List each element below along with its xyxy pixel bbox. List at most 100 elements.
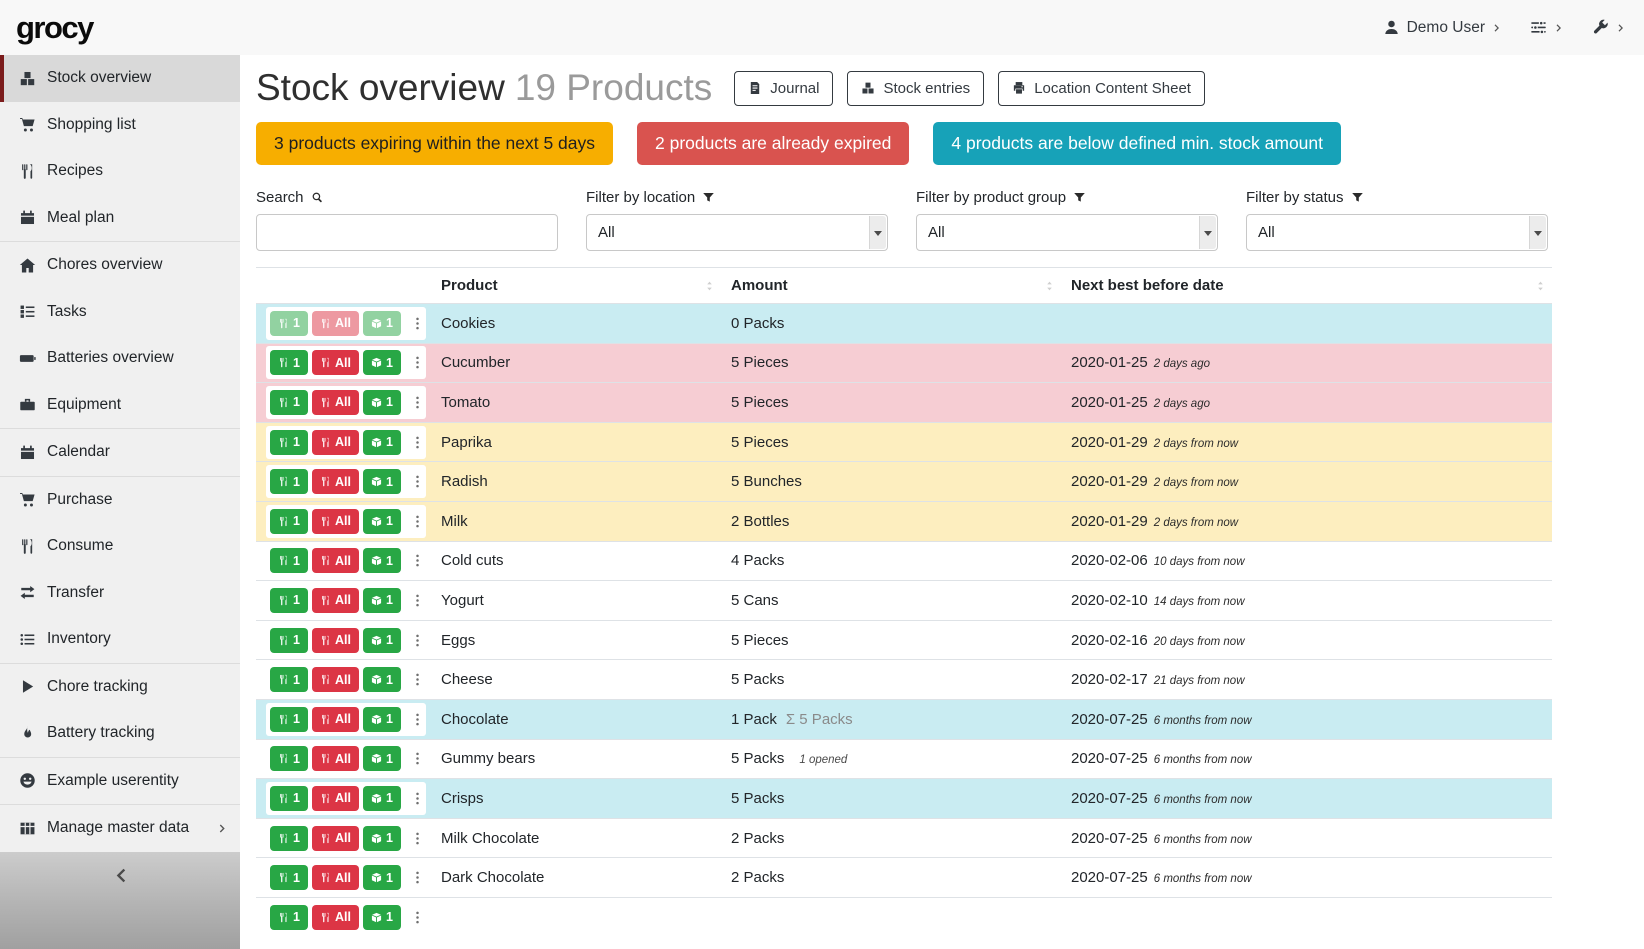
open-one-button[interactable]: 1 xyxy=(363,430,401,455)
open-one-button[interactable]: 1 xyxy=(363,311,401,336)
open-one-button[interactable]: 1 xyxy=(363,865,401,890)
sidebar-item-battery-tracking[interactable]: Battery tracking xyxy=(0,710,240,757)
row-menu-button[interactable] xyxy=(407,435,428,450)
consume-one-button[interactable]: 1 xyxy=(270,588,308,613)
row-menu-button[interactable] xyxy=(407,316,428,331)
open-one-button[interactable]: 1 xyxy=(363,786,401,811)
consume-one-button[interactable]: 1 xyxy=(270,548,308,573)
sort-icon[interactable] xyxy=(704,280,715,291)
consume-all-button[interactable]: All xyxy=(312,667,359,692)
consume-all-button[interactable]: All xyxy=(312,628,359,653)
sidebar-item-recipes[interactable]: Recipes xyxy=(0,148,240,195)
sidebar-item-chores-overview[interactable]: Chores overview xyxy=(0,242,240,289)
consume-one-button[interactable]: 1 xyxy=(270,786,308,811)
open-one-button[interactable]: 1 xyxy=(363,905,401,930)
sidebar-item-meal-plan[interactable]: Meal plan xyxy=(0,195,240,242)
consume-one-button[interactable]: 1 xyxy=(270,826,308,851)
consume-all-button[interactable]: All xyxy=(312,786,359,811)
open-one-button[interactable]: 1 xyxy=(363,667,401,692)
open-one-button[interactable]: 1 xyxy=(363,350,401,375)
settings-menu[interactable] xyxy=(1530,19,1564,36)
row-menu-button[interactable] xyxy=(407,831,428,846)
consume-all-button[interactable]: All xyxy=(312,390,359,415)
consume-all-button[interactable]: All xyxy=(312,746,359,771)
sidebar-collapse-button[interactable] xyxy=(111,866,130,885)
sidebar-item-chore-tracking[interactable]: Chore tracking xyxy=(0,664,240,711)
consume-one-button[interactable]: 1 xyxy=(270,430,308,455)
open-one-button[interactable]: 1 xyxy=(363,707,401,732)
consume-all-button[interactable]: All xyxy=(312,469,359,494)
user-menu[interactable]: Demo User xyxy=(1383,19,1502,37)
consume-one-button[interactable]: 1 xyxy=(270,509,308,534)
row-menu-button[interactable] xyxy=(407,870,428,885)
consume-all-button[interactable]: All xyxy=(312,865,359,890)
row-menu-button[interactable] xyxy=(407,514,428,529)
sidebar-item-tasks[interactable]: Tasks xyxy=(0,289,240,336)
sort-icon[interactable] xyxy=(1044,280,1055,291)
sidebar-item-purchase[interactable]: Purchase xyxy=(0,477,240,524)
open-one-button[interactable]: 1 xyxy=(363,628,401,653)
row-menu-button[interactable] xyxy=(407,553,428,568)
journal-button[interactable]: Journal xyxy=(734,71,833,106)
status-banner-danger[interactable]: 2 products are already expired xyxy=(637,122,909,165)
consume-one-button[interactable]: 1 xyxy=(270,628,308,653)
consume-one-button[interactable]: 1 xyxy=(270,667,308,692)
status-banner-info[interactable]: 4 products are below defined min. stock … xyxy=(933,122,1341,165)
sidebar-item-example-userentity[interactable]: Example userentity xyxy=(0,758,240,805)
consume-one-button[interactable]: 1 xyxy=(270,865,308,890)
consume-one-button[interactable]: 1 xyxy=(270,707,308,732)
status-select[interactable]: All xyxy=(1246,214,1548,251)
row-menu-button[interactable] xyxy=(407,633,428,648)
consume-all-button[interactable]: All xyxy=(312,707,359,732)
consume-all-button[interactable]: All xyxy=(312,350,359,375)
consume-one-button[interactable]: 1 xyxy=(270,311,308,336)
consume-one-button[interactable]: 1 xyxy=(270,350,308,375)
column-amount[interactable]: Amount xyxy=(721,268,1061,304)
row-menu-button[interactable] xyxy=(407,474,428,489)
row-menu-button[interactable] xyxy=(407,712,428,727)
row-menu-button[interactable] xyxy=(407,395,428,410)
app-logo[interactable]: grocy xyxy=(16,10,93,46)
column-product[interactable]: Product xyxy=(431,268,721,304)
consume-all-button[interactable]: All xyxy=(312,509,359,534)
row-menu-button[interactable] xyxy=(407,593,428,608)
open-one-button[interactable]: 1 xyxy=(363,390,401,415)
sidebar-item-calendar[interactable]: Calendar xyxy=(0,429,240,476)
open-one-button[interactable]: 1 xyxy=(363,588,401,613)
sidebar-item-transfer[interactable]: Transfer xyxy=(0,570,240,617)
location-content-sheet-button[interactable]: Location Content Sheet xyxy=(998,71,1205,106)
sidebar-item-consume[interactable]: Consume xyxy=(0,523,240,570)
consume-one-button[interactable]: 1 xyxy=(270,746,308,771)
consume-one-button[interactable]: 1 xyxy=(270,390,308,415)
sidebar-item-shopping-list[interactable]: Shopping list xyxy=(0,102,240,149)
sidebar-item-batteries-overview[interactable]: Batteries overview xyxy=(0,335,240,382)
status-banner-warning[interactable]: 3 products expiring within the next 5 da… xyxy=(256,122,613,165)
consume-all-button[interactable]: All xyxy=(312,311,359,336)
open-one-button[interactable]: 1 xyxy=(363,469,401,494)
sidebar-item-equipment[interactable]: Equipment xyxy=(0,382,240,429)
sidebar-item-inventory[interactable]: Inventory xyxy=(0,616,240,663)
consume-one-button[interactable]: 1 xyxy=(270,905,308,930)
row-menu-button[interactable] xyxy=(407,672,428,687)
consume-one-button[interactable]: 1 xyxy=(270,469,308,494)
row-menu-button[interactable] xyxy=(407,355,428,370)
row-menu-button[interactable] xyxy=(407,791,428,806)
stock-entries-button[interactable]: Stock entries xyxy=(847,71,984,106)
consume-all-button[interactable]: All xyxy=(312,430,359,455)
search-input[interactable] xyxy=(256,214,558,251)
consume-all-button[interactable]: All xyxy=(312,826,359,851)
consume-all-button[interactable]: All xyxy=(312,905,359,930)
location-select[interactable]: All xyxy=(586,214,888,251)
open-one-button[interactable]: 1 xyxy=(363,826,401,851)
open-one-button[interactable]: 1 xyxy=(363,548,401,573)
sort-icon[interactable] xyxy=(1535,280,1546,291)
consume-all-button[interactable]: All xyxy=(312,548,359,573)
column-next-best-before-date[interactable]: Next best before date xyxy=(1061,268,1552,304)
row-menu-button[interactable] xyxy=(407,910,428,925)
product-group-select[interactable]: All xyxy=(916,214,1218,251)
open-one-button[interactable]: 1 xyxy=(363,509,401,534)
admin-menu[interactable] xyxy=(1592,19,1626,36)
consume-all-button[interactable]: All xyxy=(312,588,359,613)
open-one-button[interactable]: 1 xyxy=(363,746,401,771)
sidebar-item-stock-overview[interactable]: Stock overview xyxy=(0,55,240,102)
